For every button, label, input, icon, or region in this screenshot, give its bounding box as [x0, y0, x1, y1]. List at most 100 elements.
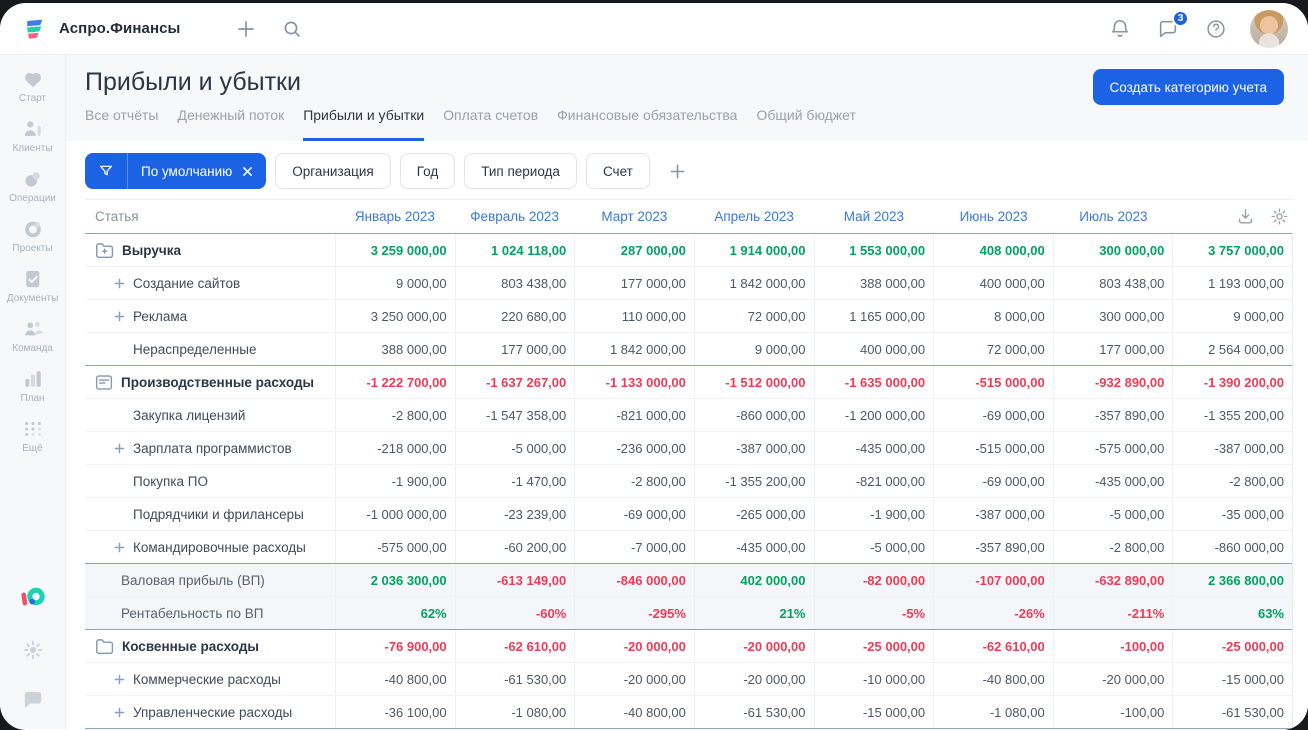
cell-value: -515 000,00 [933, 432, 1053, 464]
filter-chip[interactable]: Тип периода [464, 153, 577, 189]
row-label[interactable]: Подрядчики и фрилансеры [85, 498, 335, 530]
row-plus-icon[interactable] [114, 278, 125, 289]
sidebar-item-label: План [20, 393, 45, 404]
sidebar-item-team[interactable]: Команда [0, 319, 65, 354]
cell-value: -20 000,00 [574, 630, 694, 662]
app-window: Аспро.Финансы 3 Старт Клиенты Операции Прое… [0, 3, 1308, 730]
row-label[interactable]: Коммерческие расходы [85, 663, 335, 695]
table-row[interactable]: Зарплата программистов -218 000,00 -5 000,… [85, 431, 1292, 464]
cell-value: -265 000,00 [693, 498, 814, 530]
row-label[interactable]: Создание сайтов [85, 267, 335, 299]
filter-chip[interactable]: Счет [585, 153, 650, 189]
row-label[interactable]: Реклама [85, 300, 335, 332]
bell-icon[interactable] [1106, 15, 1134, 43]
sidebar-item-documents[interactable]: Документы [0, 269, 65, 304]
filter-chip[interactable]: Год [399, 153, 456, 189]
row-plus-icon[interactable] [114, 707, 125, 718]
cell-value: -10 000,00 [813, 663, 934, 695]
row-label[interactable]: Выручка [85, 234, 335, 266]
row-label[interactable]: Валовая прибыль (ВП) [85, 564, 335, 596]
cell-value: 21% [693, 597, 814, 629]
cell-value: 1 193 000,00 [1172, 267, 1292, 299]
row-label[interactable]: Закупка лицензий [85, 399, 335, 431]
table-row[interactable]: Коммерческие расходы -40 800,00 -61 530,00… [85, 662, 1292, 695]
create-category-button[interactable]: Создать категорию учета [1092, 69, 1284, 105]
cell-value: -1 200 000,00 [813, 399, 934, 431]
table-row[interactable]: Производственные расходы -1 222 700,00 -1 … [85, 365, 1292, 398]
table-row[interactable]: Подрядчики и фрилансеры -1 000 000,00 -23 … [85, 497, 1292, 530]
sidebar-item-clients[interactable]: Клиенты [0, 119, 65, 154]
cell-value: 388 000,00 [335, 333, 455, 365]
table-row[interactable]: Создание сайтов 9 000,00 803 438,00 177 000… [85, 266, 1292, 299]
cell-value: -35 000,00 [1172, 498, 1292, 530]
table-row[interactable]: Валовая прибыль (ВП) 2 036 300,00 -613 149… [85, 563, 1292, 596]
cell-value: -435 000,00 [693, 531, 814, 563]
messages-icon[interactable]: 3 [1154, 9, 1189, 43]
add-filter-icon[interactable] [664, 157, 692, 185]
row-label-text: Закупка лицензий [133, 407, 246, 423]
row-label[interactable]: Покупка ПО [85, 465, 335, 497]
sidebar-item-projects[interactable]: Проекты [0, 219, 65, 254]
cell-value: -211% [1052, 597, 1173, 629]
cell-value: 803 438,00 [454, 267, 575, 299]
help-icon[interactable] [1202, 15, 1230, 43]
cell-value: -1 222 700,00 [335, 366, 455, 398]
cell-value: -236 000,00 [574, 432, 694, 464]
cell-value: -69 000,00 [574, 498, 694, 530]
default-filter-pill[interactable]: По умолчанию [85, 153, 267, 189]
chat-icon[interactable] [20, 687, 46, 713]
gear-icon[interactable] [20, 637, 46, 663]
cell-value: -1 512 000,00 [693, 366, 814, 398]
sidebar-item-start[interactable]: Старт [0, 69, 65, 104]
row-label[interactable]: Зарплата программистов [85, 432, 335, 464]
download-icon[interactable] [1236, 207, 1255, 226]
add-icon[interactable] [232, 15, 260, 43]
table-row[interactable]: Реклама 3 250 000,00 220 680,00 110 000,00 7… [85, 299, 1292, 332]
table-row[interactable]: Управленческие расходы -36 100,00 -1 080,0… [85, 695, 1292, 728]
table-row[interactable]: Покупка ПО -1 900,00 -1 470,00 -2 800,00 -1 … [85, 464, 1292, 497]
heart-icon [22, 69, 44, 89]
clear-filter-icon[interactable] [242, 166, 253, 177]
row-plus-icon[interactable] [114, 542, 125, 553]
table-row[interactable]: Выручка 3 259 000,00 1 024 118,00 287 000,0… [85, 233, 1292, 266]
column-header-month: Апрель 2023 [714, 209, 794, 224]
active-filter-label: По умолчанию [141, 163, 233, 179]
row-plus-icon[interactable] [114, 311, 125, 322]
cell-value: 2 564 000,00 [1172, 333, 1292, 365]
funnel-icon[interactable] [85, 153, 128, 189]
row-label[interactable]: Производственные расходы [85, 366, 335, 398]
tab-прибыли-и-убытки[interactable]: Прибыли и убытки [303, 107, 425, 141]
search-icon[interactable] [278, 15, 306, 43]
row-plus-icon[interactable] [114, 674, 125, 685]
sidebar-item-plan[interactable]: План [0, 369, 65, 404]
row-label[interactable]: Нераспределенные [85, 333, 335, 365]
row-label[interactable]: Управленческие расходы [85, 696, 335, 728]
row-label-text: Командировочные расходы [133, 539, 306, 555]
sidebar-item-more[interactable]: Ещё [0, 419, 65, 454]
tab-денежный-поток[interactable]: Денежный поток [177, 107, 284, 141]
row-plus-icon[interactable] [114, 443, 125, 454]
tab-все-отчёты[interactable]: Все отчёты [85, 107, 158, 141]
table-row[interactable]: Командировочные расходы -575 000,00 -60 20… [85, 530, 1292, 563]
tab-общий-бюджет[interactable]: Общий бюджет [756, 107, 855, 141]
filter-chip[interactable]: Организация [275, 153, 391, 189]
cell-value: -61 530,00 [1172, 696, 1292, 728]
row-label[interactable]: Косвенные расходы [85, 630, 335, 662]
tab-финансовые-обязательства[interactable]: Финансовые обязательства [557, 107, 737, 141]
cell-value: 3 757 000,00 [1172, 234, 1292, 266]
sidebar-item-operations[interactable]: Операции [0, 169, 65, 204]
table-row[interactable]: Закупка лицензий -2 800,00 -1 547 358,00 -8… [85, 398, 1292, 431]
avatar[interactable] [1250, 9, 1288, 48]
row-label[interactable]: Рентабельность по ВП [85, 597, 335, 629]
cell-value: 1 842 000,00 [693, 267, 814, 299]
app-name: Аспро.Финансы [59, 20, 181, 37]
cell-value: -860 000,00 [693, 399, 814, 431]
table-row[interactable]: Косвенные расходы -76 900,00 -62 610,00 -20… [85, 629, 1292, 662]
table-row[interactable]: Рентабельность по ВП 62% -60% -295% 21% -5% -2… [85, 596, 1292, 629]
gear-icon[interactable] [1270, 207, 1289, 226]
table-row[interactable]: Нераспределенные 388 000,00 177 000,00 1 84… [85, 332, 1292, 365]
tab-оплата-счетов[interactable]: Оплата счетов [443, 107, 538, 141]
column-header-month: Февраль 2023 [470, 209, 559, 224]
row-label[interactable]: Командировочные расходы [85, 531, 335, 563]
cell-value: -20 000,00 [1052, 663, 1173, 695]
